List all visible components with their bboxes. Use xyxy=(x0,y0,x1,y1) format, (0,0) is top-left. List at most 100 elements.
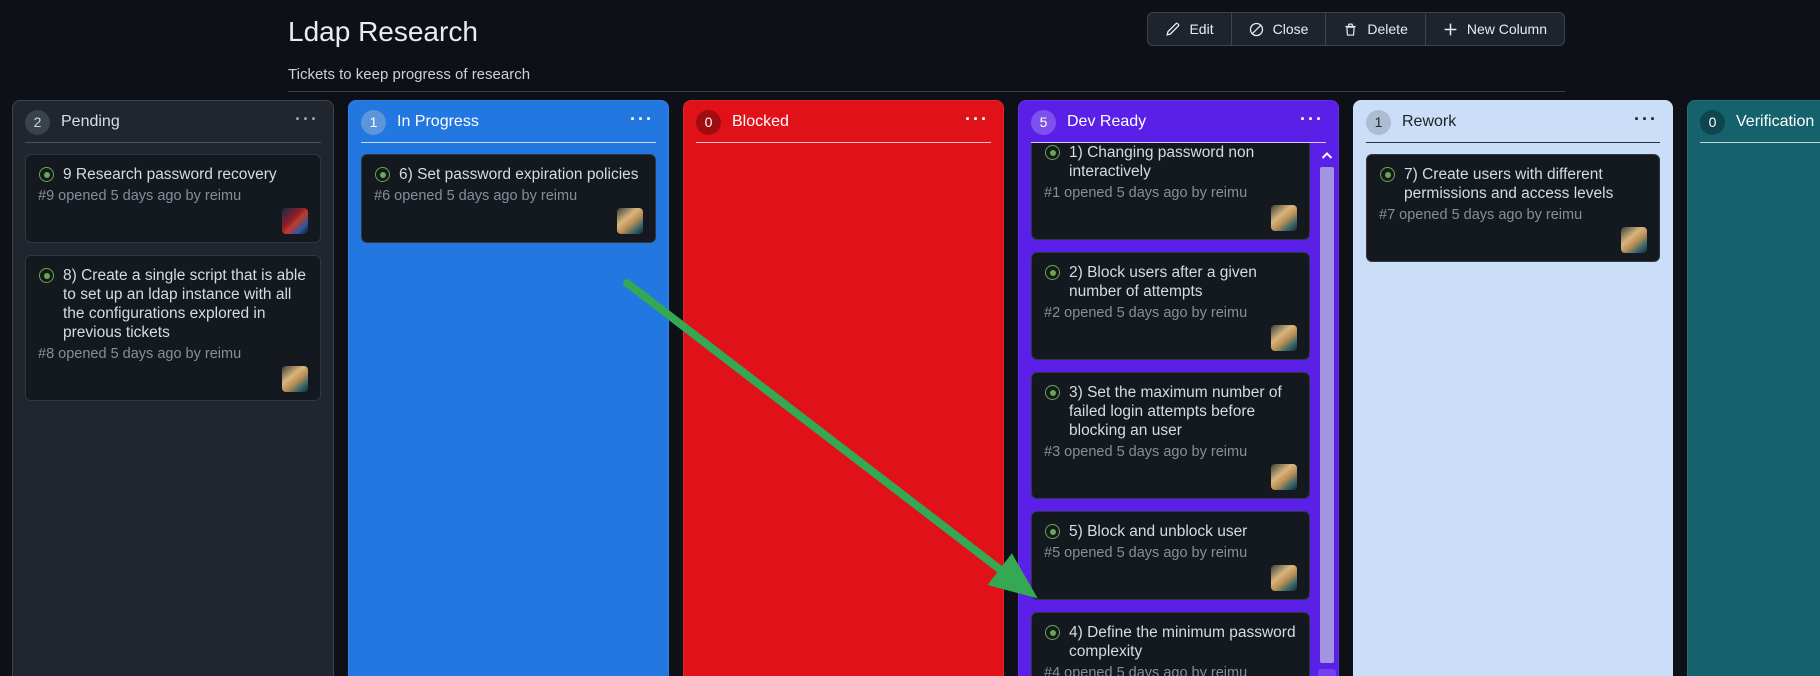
column-title: Pending xyxy=(61,113,120,130)
issue-open-icon xyxy=(39,167,54,182)
avatar[interactable] xyxy=(282,366,308,392)
card-issue-4[interactable]: 4) Define the minimum password complexit… xyxy=(1031,612,1310,676)
delete-button[interactable]: Delete xyxy=(1325,12,1426,46)
page-title: Ldap Research xyxy=(288,16,478,47)
column-menu-button[interactable]: ··· xyxy=(295,110,319,130)
card-issue-3[interactable]: 3) Set the maximum number of failed logi… xyxy=(1031,372,1310,499)
card-meta: #9 opened 5 days ago by reimu xyxy=(38,188,242,204)
column-pending: 2 Pending ··· 9 Research password recove… xyxy=(12,100,334,676)
header-divider xyxy=(288,91,1565,92)
scroll-down-icon[interactable] xyxy=(1318,669,1336,676)
column-blocked: 0 Blocked ··· xyxy=(683,100,1004,676)
scroll-up-icon[interactable] xyxy=(1318,145,1336,165)
column-verification: 0 Verification xyxy=(1687,100,1820,676)
card-title: 9 Research password recovery xyxy=(63,166,277,183)
pencil-icon xyxy=(1165,22,1180,37)
column-blocked-header: 0 Blocked ··· xyxy=(684,101,1003,143)
circle-slash-icon xyxy=(1249,22,1264,37)
card-meta: #3 opened 5 days ago by reimu xyxy=(1044,444,1248,460)
card-title: 6) Set password expiration policies xyxy=(399,166,639,183)
column-menu-button[interactable]: ··· xyxy=(1634,110,1658,130)
card-title: 4) Define the minimum password complexit… xyxy=(1069,624,1296,660)
kanban-board: 2 Pending ··· 9 Research password recove… xyxy=(0,100,1820,676)
card-issue-7[interactable]: 7) Create users with different permissio… xyxy=(1366,154,1660,262)
column-title: In Progress xyxy=(397,113,479,130)
column-count-badge: 0 xyxy=(1700,109,1725,135)
card-title: 1) Changing password non interactively xyxy=(1069,144,1255,180)
avatar[interactable] xyxy=(1271,205,1297,231)
card-meta: #5 opened 5 days ago by reimu xyxy=(1044,545,1248,561)
column-rework: 1 Rework ··· 7) Create users with differ… xyxy=(1353,100,1673,676)
column-count-badge: 1 xyxy=(1366,109,1391,135)
card-issue-2[interactable]: 2) Block users after a given number of a… xyxy=(1031,252,1310,360)
dev-ready-scrollbar[interactable] xyxy=(1318,145,1336,676)
card-issue-6[interactable]: 6) Set password expiration policies #6 o… xyxy=(361,154,656,243)
plus-icon xyxy=(1443,22,1458,37)
column-count-badge: 5 xyxy=(1031,109,1056,135)
column-count-badge: 1 xyxy=(361,109,386,135)
card-list: 1) Changing password non interactively #… xyxy=(1031,143,1310,676)
card-issue-8[interactable]: 8) Create a single script that is able t… xyxy=(25,255,321,401)
issue-open-icon xyxy=(39,268,54,283)
avatar[interactable] xyxy=(1271,565,1297,591)
card-title: 5) Block and unblock user xyxy=(1069,523,1248,540)
column-verification-header: 0 Verification xyxy=(1688,101,1820,143)
column-title: Blocked xyxy=(732,113,789,130)
column-pending-body: 9 Research password recovery #9 opened 5… xyxy=(13,143,333,676)
close-button[interactable]: Close xyxy=(1230,12,1327,46)
column-title: Verification xyxy=(1736,113,1815,130)
column-menu-button[interactable]: ··· xyxy=(630,110,654,130)
column-menu-button[interactable]: ··· xyxy=(1300,110,1324,130)
card-meta: #4 opened 5 days ago by reimu xyxy=(1044,665,1248,676)
column-in-progress: 1 In Progress ··· 6) Set password expira… xyxy=(348,100,669,676)
column-verification-body xyxy=(1688,143,1820,676)
issue-open-icon xyxy=(1045,145,1060,160)
column-pending-header: 2 Pending ··· xyxy=(13,101,333,143)
issue-open-icon xyxy=(1045,524,1060,539)
column-count-badge: 2 xyxy=(25,109,50,135)
toolbar: Edit Close Delete New Column xyxy=(1147,12,1565,46)
card-meta: #7 opened 5 days ago by reimu xyxy=(1379,207,1583,223)
card-title: 7) Create users with different permissio… xyxy=(1404,166,1614,202)
column-dev-ready: 5 Dev Ready ··· 1) Changing password non… xyxy=(1018,100,1339,676)
issue-open-icon xyxy=(1045,625,1060,640)
card-meta: #2 opened 5 days ago by reimu xyxy=(1044,305,1248,321)
close-button-label: Close xyxy=(1272,21,1309,37)
avatar[interactable] xyxy=(282,208,308,234)
edit-button[interactable]: Edit xyxy=(1147,12,1232,46)
issue-open-icon xyxy=(1045,385,1060,400)
column-menu-button[interactable]: ··· xyxy=(965,110,989,130)
delete-button-label: Delete xyxy=(1367,21,1408,37)
column-blocked-body xyxy=(684,143,1003,676)
column-title: Dev Ready xyxy=(1067,113,1147,130)
card-meta: #1 opened 5 days ago by reimu xyxy=(1044,185,1248,201)
edit-button-label: Edit xyxy=(1189,21,1214,37)
column-dev-ready-body: 1) Changing password non interactively #… xyxy=(1019,143,1338,676)
column-rework-body: 7) Create users with different permissio… xyxy=(1354,143,1672,676)
issue-open-icon xyxy=(1045,265,1060,280)
card-issue-1[interactable]: 1) Changing password non interactively #… xyxy=(1031,143,1310,240)
scrollbar-thumb[interactable] xyxy=(1320,167,1334,663)
issue-open-icon xyxy=(375,167,390,182)
new-column-button-label: New Column xyxy=(1466,21,1547,37)
card-issue-9[interactable]: 9 Research password recovery #9 opened 5… xyxy=(25,154,321,243)
card-title: 3) Set the maximum number of failed logi… xyxy=(1069,384,1282,439)
trash-icon xyxy=(1343,22,1358,37)
avatar[interactable] xyxy=(1621,227,1647,253)
page-subtitle: Tickets to keep progress of research xyxy=(288,66,531,83)
card-meta: #6 opened 5 days ago by reimu xyxy=(374,188,578,204)
card-issue-5[interactable]: 5) Block and unblock user #5 opened 5 da… xyxy=(1031,511,1310,600)
column-rework-header: 1 Rework ··· xyxy=(1354,101,1672,143)
column-count-badge: 0 xyxy=(696,109,721,135)
column-title: Rework xyxy=(1402,113,1457,130)
issue-open-icon xyxy=(1380,167,1395,182)
column-in-progress-body: 6) Set password expiration policies #6 o… xyxy=(349,143,668,676)
card-title: 2) Block users after a given number of a… xyxy=(1069,264,1257,300)
new-column-button[interactable]: New Column xyxy=(1424,12,1565,46)
card-meta: #8 opened 5 days ago by reimu xyxy=(38,346,242,362)
avatar[interactable] xyxy=(1271,325,1297,351)
column-in-progress-header: 1 In Progress ··· xyxy=(349,101,668,143)
card-title: 8) Create a single script that is able t… xyxy=(63,267,306,341)
avatar[interactable] xyxy=(1271,464,1297,490)
avatar[interactable] xyxy=(617,208,643,234)
